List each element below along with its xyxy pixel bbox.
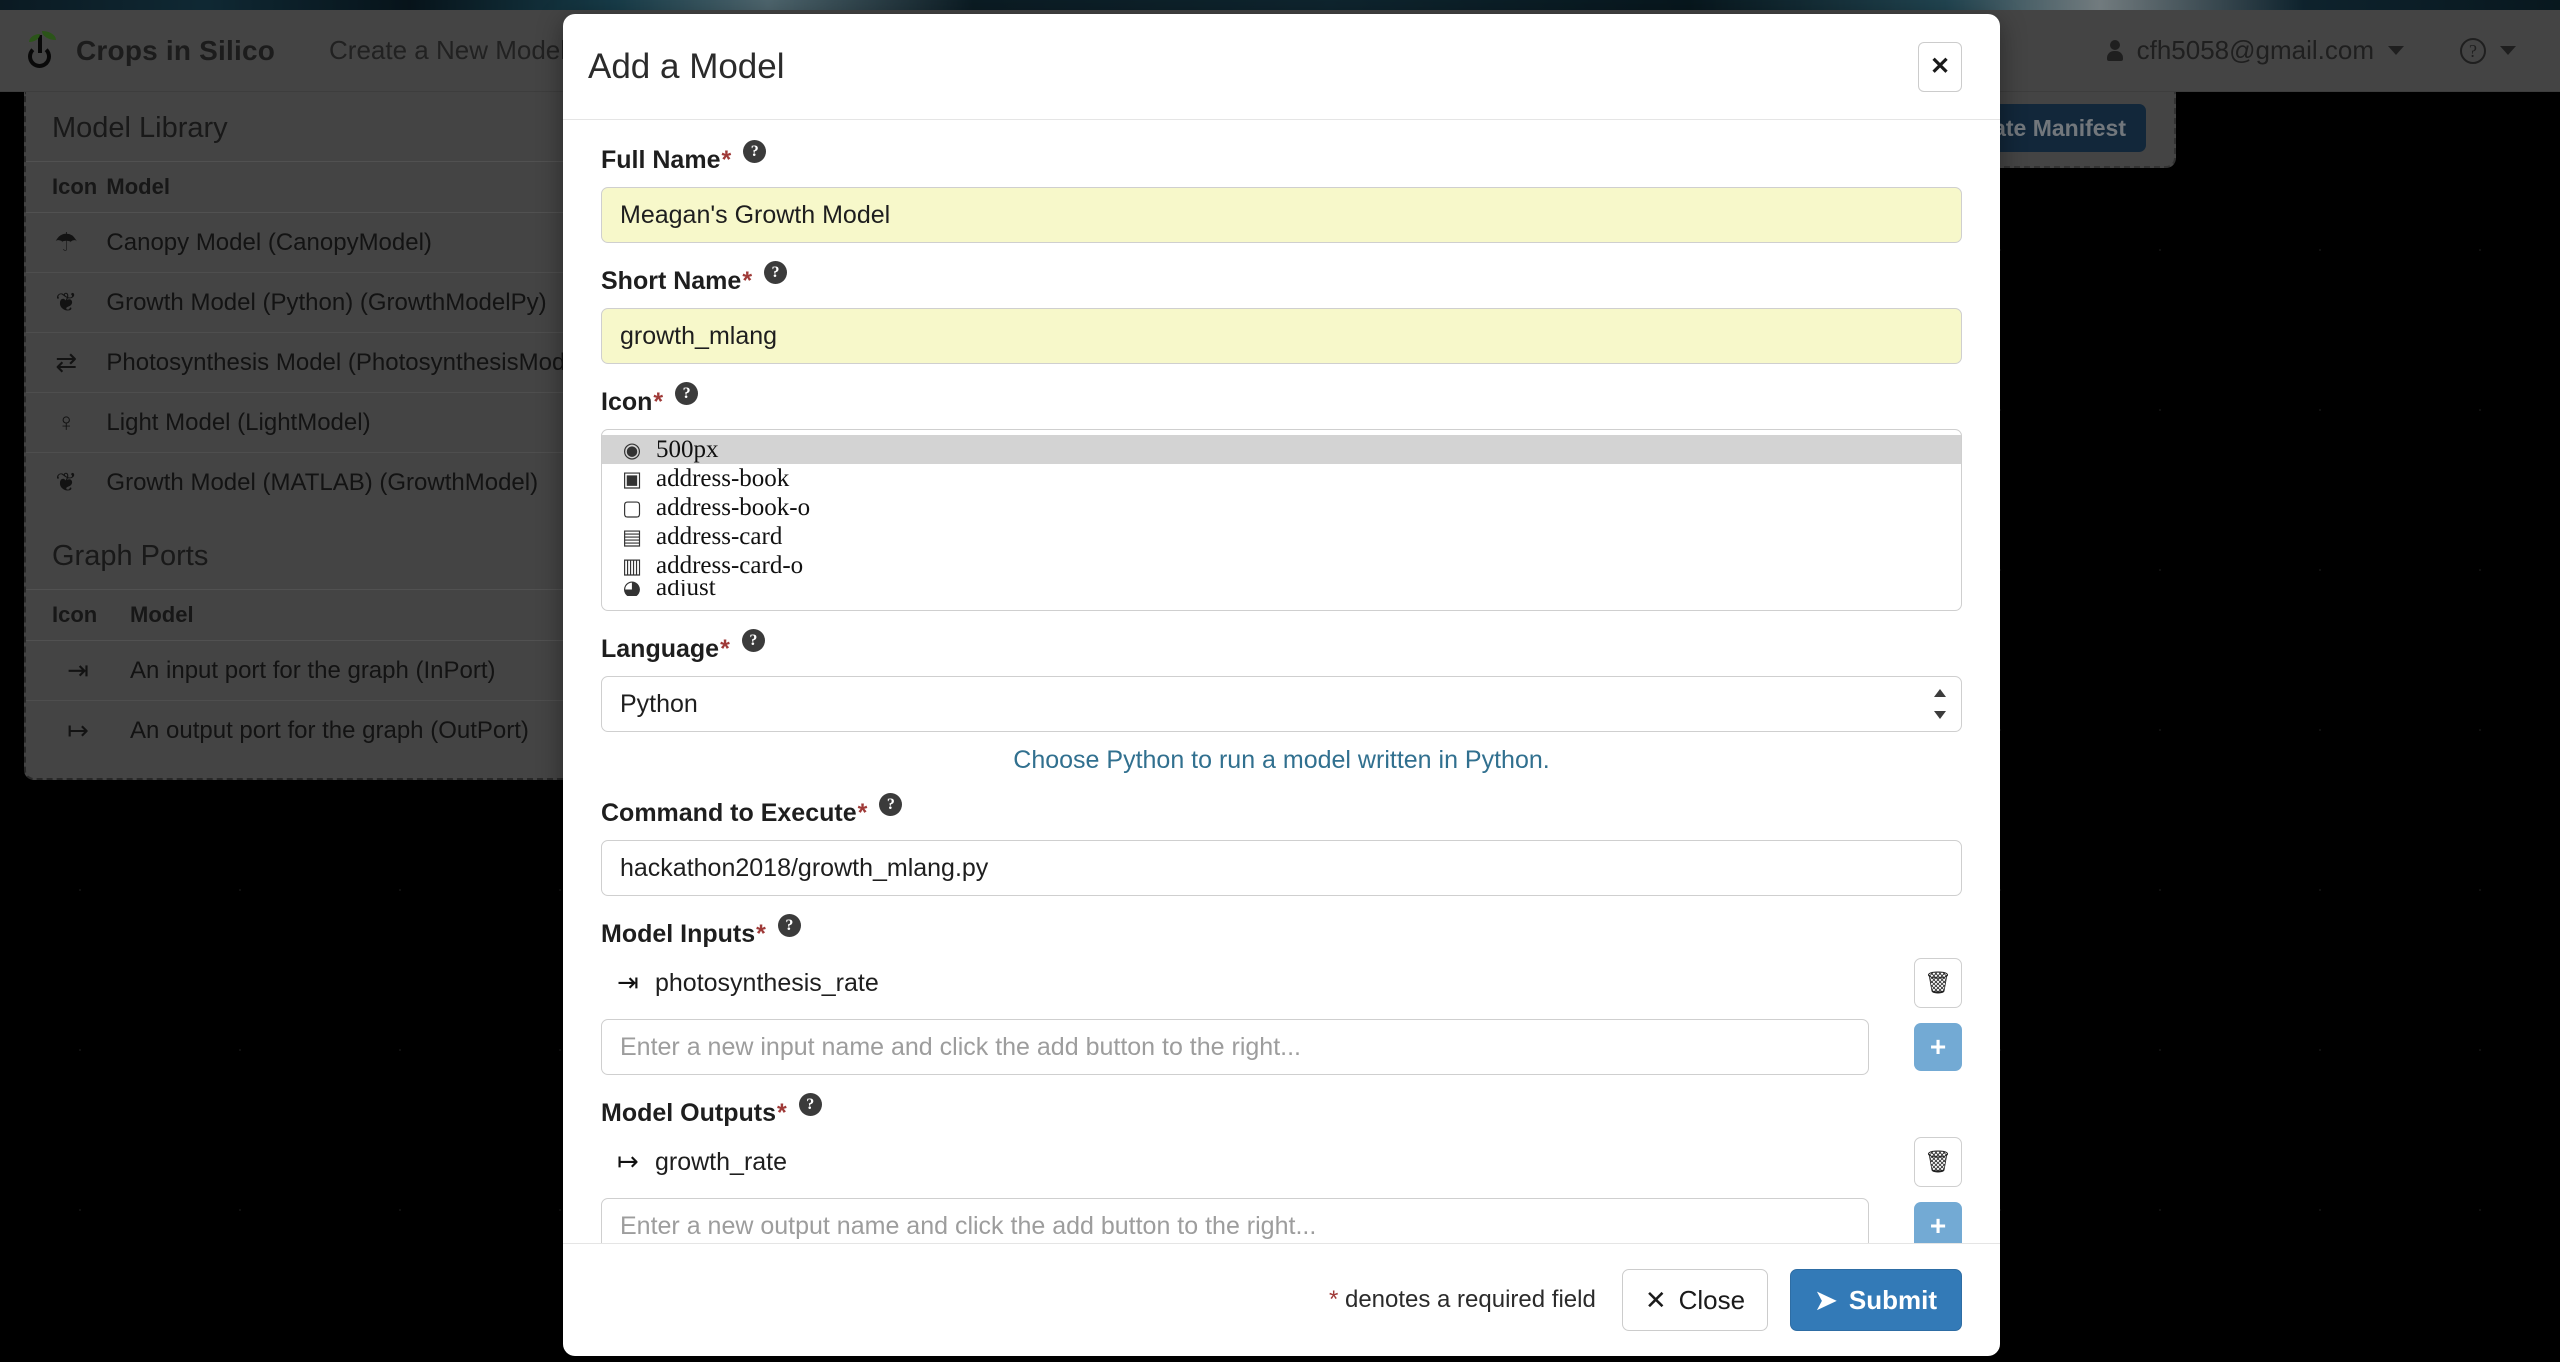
port-item-row: ↦ growth_rate 🗑: [601, 1132, 1962, 1192]
required-asterisk: *: [857, 799, 868, 827]
port-name-label: growth_rate: [655, 1147, 788, 1176]
icon-option[interactable]: ▣ address-book: [602, 464, 1961, 493]
help-icon[interactable]: ?: [741, 629, 765, 652]
language-hint-text: Choose Python to run a model written in …: [1013, 746, 1550, 774]
model-outputs-label-text: Model Outputs: [601, 1099, 776, 1127]
add-input-row: +: [601, 1019, 1962, 1075]
language-select[interactable]: Python: [601, 676, 1962, 732]
icon-option[interactable]: ▢ address-book-o: [602, 493, 1961, 522]
icon-option-label: address-card: [656, 522, 783, 550]
help-icon[interactable]: ?: [675, 382, 699, 405]
help-icon[interactable]: ?: [743, 140, 767, 163]
icon-option[interactable]: ▥ address-card-o: [602, 551, 1961, 580]
add-output-button[interactable]: +: [1914, 1202, 1962, 1243]
required-note-text: denotes a required field: [1338, 1286, 1596, 1313]
required-asterisk: *: [1328, 1286, 1339, 1313]
icon-listbox[interactable]: ◉ 500px ▣ address-book ▢ address-book-o ▤ addre…: [601, 429, 1962, 611]
command-field-group: Command to Execute * ?: [601, 793, 1962, 896]
required-asterisk: *: [756, 920, 766, 948]
close-icon[interactable]: ✕: [1918, 41, 1962, 92]
icon-field-group: Icon * ? ◉ 500px ▣ address-book ▢ address-book…: [601, 382, 1962, 611]
add-output-row: +: [601, 1198, 1962, 1243]
icon-option-label: address-card-o: [656, 551, 804, 579]
model-outputs-group: Model Outputs* ? ↦ growth_rate 🗑 +: [601, 1093, 1962, 1243]
icon-option[interactable]: ◉ 500px: [602, 435, 1961, 464]
short-name-field-group: Short Name * ?: [601, 261, 1962, 364]
icon-option-glyph: ▥: [622, 553, 642, 578]
port-icon: ↦: [617, 1147, 639, 1177]
close-button-label: Close: [1678, 1284, 1746, 1315]
model-inputs-list: ⇥ photosynthesis_rate 🗑: [601, 953, 1962, 1013]
icon-option-label: adjust: [656, 580, 716, 596]
language-field-group: Language * ? Python Choose Python to run …: [601, 629, 1962, 775]
close-icon: ✕: [1644, 1284, 1667, 1315]
icon-option-label: address-book-o: [656, 493, 811, 521]
port-item-row: ⇥ photosynthesis_rate 🗑: [601, 953, 1962, 1013]
full-name-label: Full Name * ?: [601, 140, 1962, 175]
icon-label-text: Icon: [601, 388, 653, 416]
icon-option-glyph: ▢: [622, 495, 642, 520]
short-name-label-text: Short Name: [601, 267, 742, 295]
command-label-text: Command to Execute: [601, 799, 857, 827]
icon-option[interactable]: ◕ adjust: [602, 580, 1961, 596]
help-icon[interactable]: ?: [777, 914, 801, 937]
required-asterisk: *: [721, 146, 732, 174]
add-a-model-dialog: Add a Model ✕ Full Name* ? Short Name* ?: [563, 14, 2000, 1356]
icon-option-glyph: ▣: [622, 466, 642, 491]
required-asterisk: *: [653, 388, 664, 416]
short-name-label: Short Name * ?: [601, 261, 1962, 296]
icon-option-glyph: ▤: [622, 524, 642, 549]
icon-label: Icon * ?: [601, 382, 1962, 417]
short-name-input[interactable]: [601, 308, 1962, 364]
required-asterisk: *: [720, 635, 730, 663]
full-name-field-group: Full Name * ?: [601, 140, 1962, 243]
help-icon[interactable]: ?: [798, 1093, 822, 1116]
language-select-wrapper: Python: [601, 676, 1962, 732]
model-inputs-label-text: Model Inputs: [601, 920, 756, 948]
modal-footer: * denotes a required field ✕ Close ➤ Sub…: [563, 1243, 2000, 1356]
command-label: Command to Execute * ?: [601, 793, 1962, 828]
command-to-execute-input[interactable]: [601, 840, 1962, 896]
new-input-name-input[interactable]: [601, 1019, 1869, 1075]
help-icon[interactable]: ?: [879, 793, 903, 816]
submit-button-label: Submit: [1848, 1284, 1937, 1315]
modal-header: Add a Model ✕: [563, 14, 2000, 120]
model-inputs-group: Model Inputs* ? ⇥ photosynthesis_rate 🗑 +: [601, 914, 1962, 1075]
icon-option-label: 500px: [656, 435, 719, 463]
help-icon[interactable]: ?: [764, 261, 788, 284]
icon-option-glyph: ◉: [622, 437, 642, 462]
submit-button[interactable]: ➤ Submit: [1790, 1269, 1962, 1331]
close-button[interactable]: ✕ Close: [1621, 1269, 1769, 1331]
modal-body: Full Name* ? Short Name* ? Icon* ?: [563, 120, 2000, 1243]
model-outputs-list: ↦ growth_rate 🗑: [601, 1132, 1962, 1192]
required-field-note: * denotes a required field: [1329, 1286, 1596, 1314]
language-label-text: Language: [601, 635, 720, 663]
model-inputs-label: Model Inputs * ?: [601, 914, 1962, 949]
send-icon: ➤: [1815, 1284, 1837, 1315]
dialog-title: Add a Model: [588, 46, 785, 86]
port-name-label: photosynthesis_rate: [655, 968, 879, 997]
new-output-name-input[interactable]: [601, 1198, 1869, 1243]
icon-option-glyph: ◕: [622, 580, 642, 596]
icon-option[interactable]: ▤ address-card: [602, 522, 1961, 551]
app-screen: Crops in Silico Create a New Model cfh50…: [0, 0, 2560, 1362]
model-outputs-label: Model Outputs * ?: [601, 1093, 1962, 1128]
port-icon: ⇥: [617, 968, 639, 998]
required-asterisk: *: [742, 267, 753, 295]
required-asterisk: *: [776, 1099, 787, 1127]
delete-port-button[interactable]: 🗑: [1914, 1137, 1962, 1187]
language-label: Language * ?: [601, 629, 1962, 664]
full-name-label-text: Full Name: [601, 146, 721, 174]
icon-option-label: address-book: [656, 464, 790, 492]
delete-port-button[interactable]: 🗑: [1914, 958, 1962, 1008]
add-input-button[interactable]: +: [1914, 1023, 1962, 1071]
full-name-input[interactable]: [601, 187, 1962, 243]
